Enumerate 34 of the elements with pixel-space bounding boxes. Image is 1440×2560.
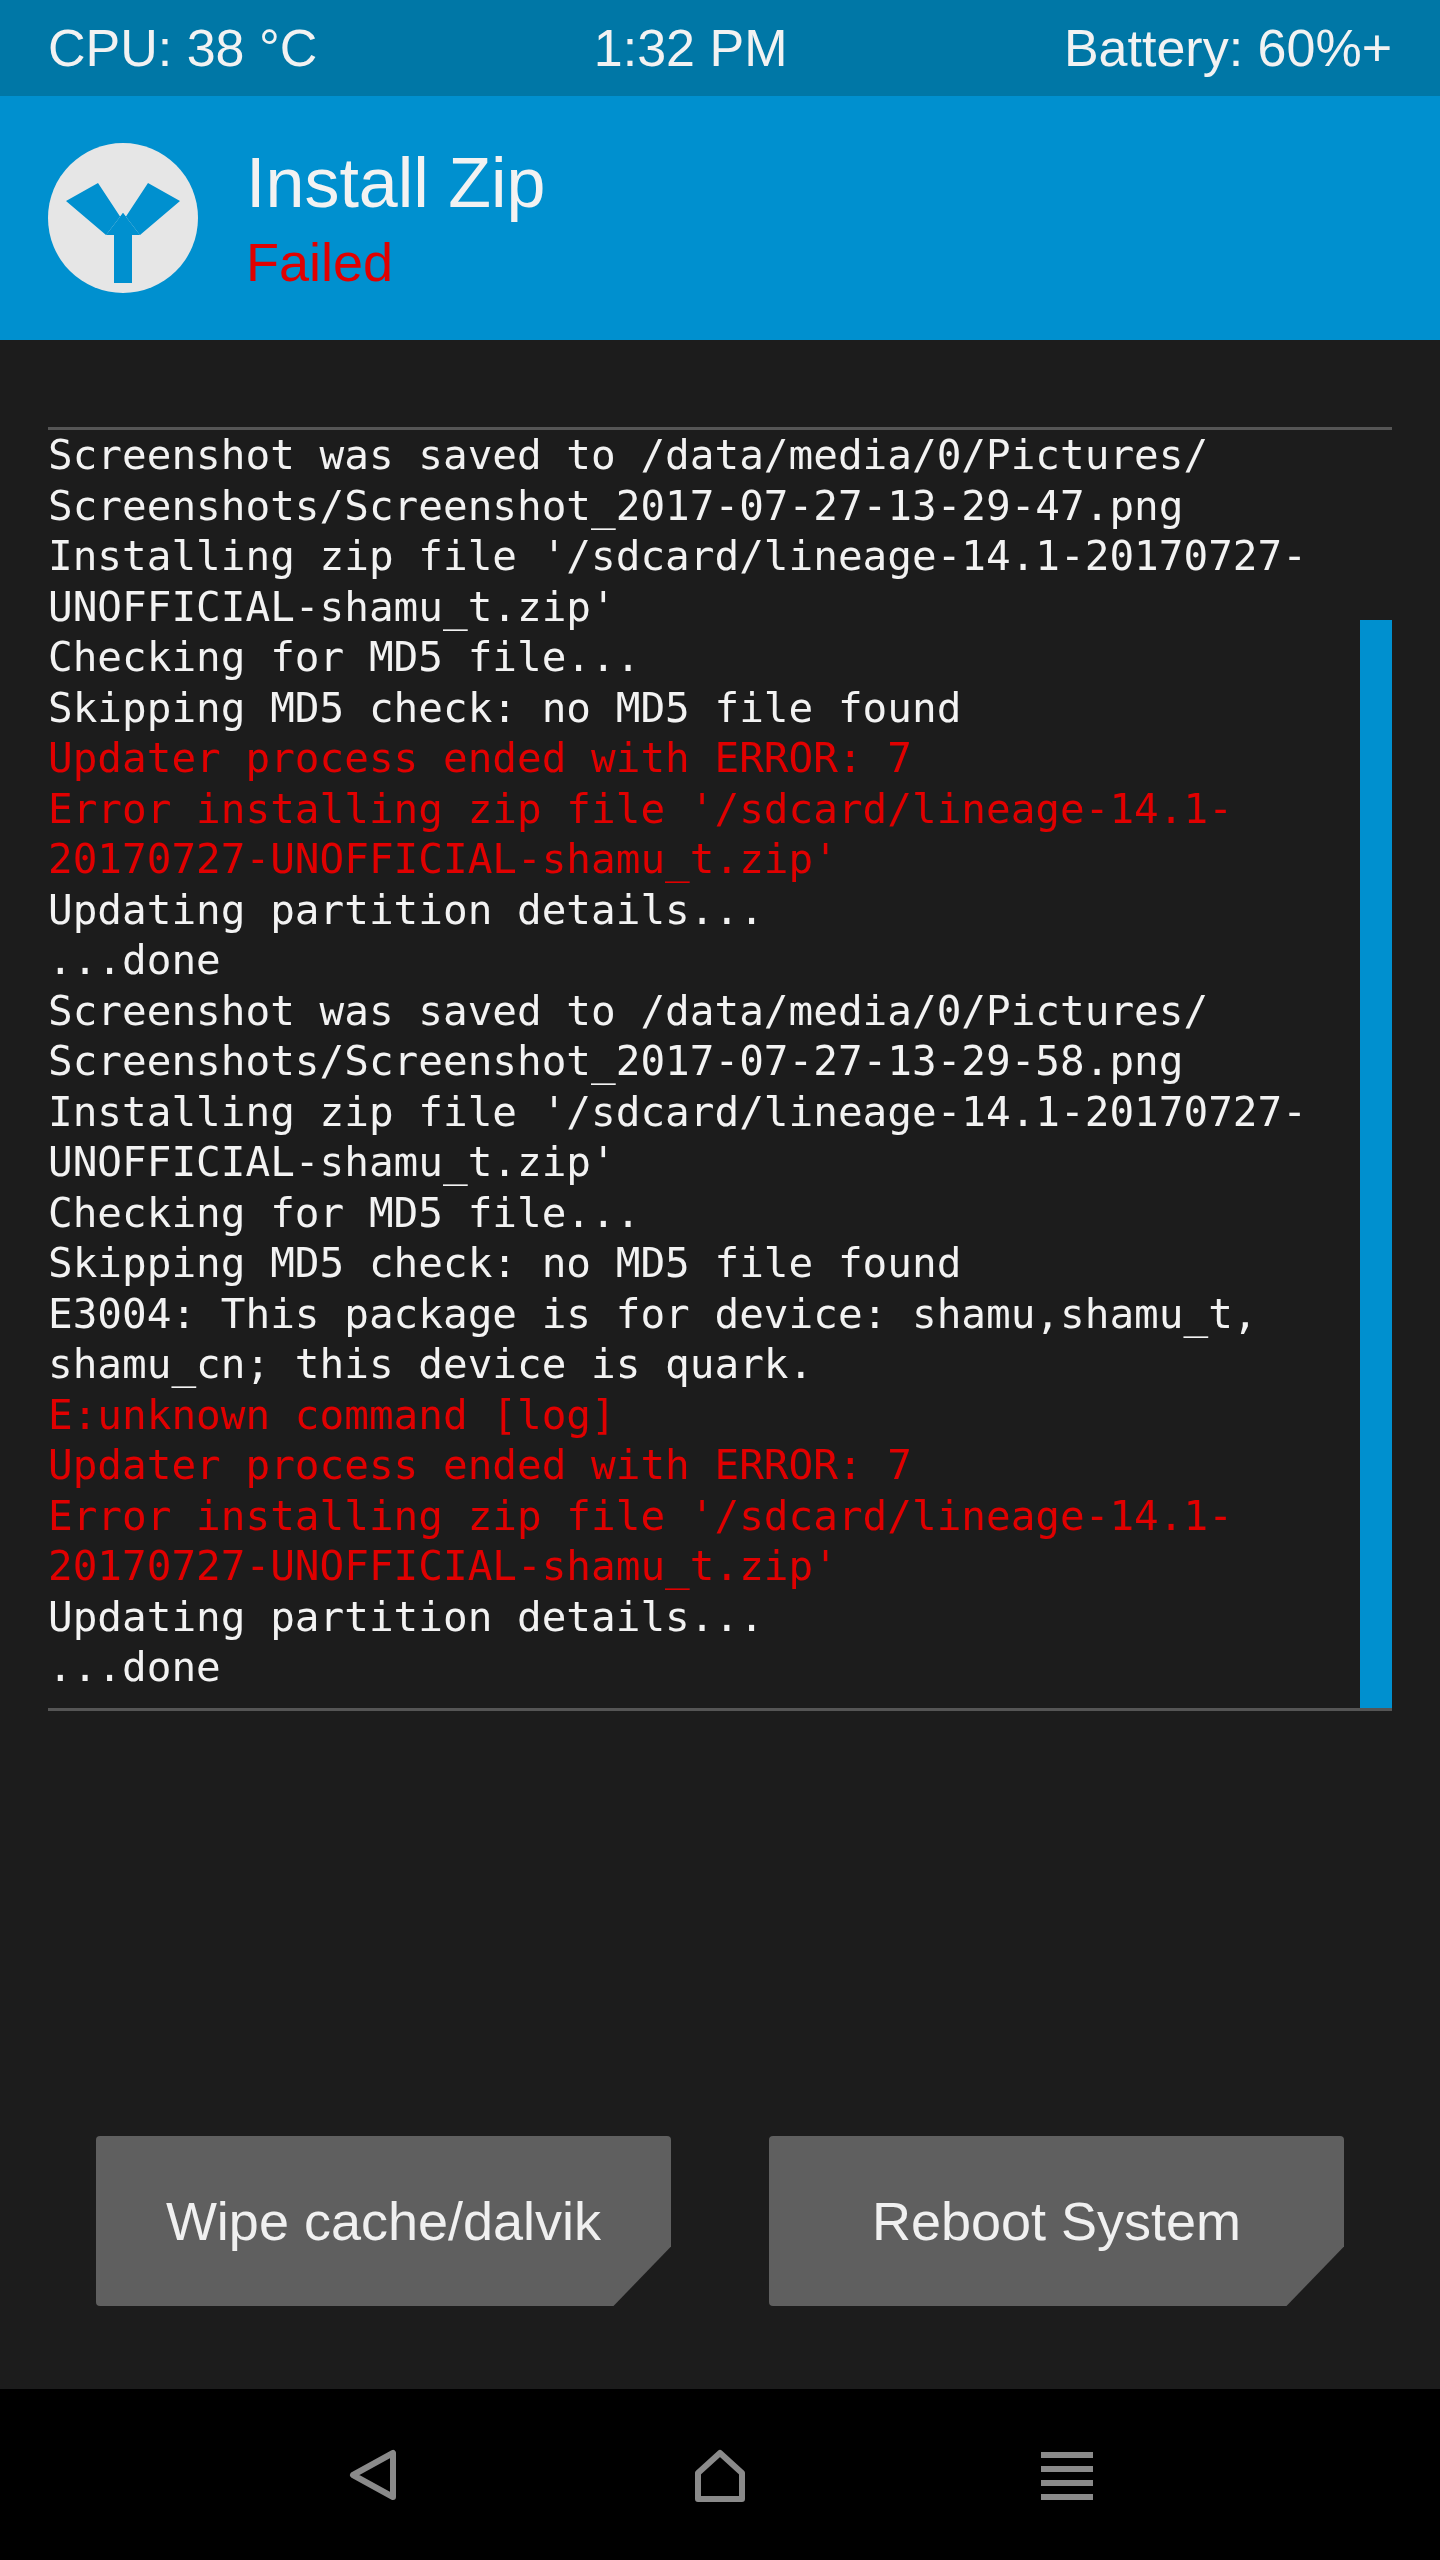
battery-level: Battery: 60%+ [1063,18,1392,78]
log-line: Screenshots/Screenshot_2017-07-27-13-29-58.png [48,1036,1185,1087]
scrollbar[interactable] [1360,620,1392,1708]
log-line: Screenshot was saved to /data/media/0/Pictures/ [48,985,1210,1036]
log-line: Checking for MD5 file... [48,632,642,683]
cpu-temperature: CPU: 38 °C [48,18,318,78]
log-line: Skipping MD5 check: no MD5 file found [48,682,963,733]
log-line: 20170727-UNOFFICIAL-shamu_t.zip' [48,1541,839,1592]
log-line: ...done [48,1642,222,1693]
log-line: shamu_cn; this device is quark. [48,1339,815,1390]
log-line: E:unknown command [log] [48,1389,617,1440]
status-text: Failed [246,231,395,293]
log-line: Screenshot was saved to /data/media/0/Pictures/ [48,430,1210,481]
log-line: ...done [48,935,222,986]
log-line: Error installing zip file '/sdcard/lineage-14.1- [48,1490,1234,1541]
log-line: Updater process ended with ERROR: 7 [48,733,913,784]
log-line: Installing zip file '/sdcard/lineage-14.1-20170727- [48,1086,1308,1137]
action-button[interactable]: Reboot System [769,2136,1344,2306]
log-line: Updating partition details... [48,884,765,935]
log-line: Updating partition details... [48,1591,765,1642]
log-line: Installing zip file '/sdcard/lineage-14.1-20170727- [48,531,1308,582]
log-line: Skipping MD5 check: no MD5 file found [48,1238,963,1289]
log-line: Checking for MD5 file... [48,1187,642,1238]
action-button[interactable]: Wipe cache/dalvik [96,2136,671,2306]
clock: 1:32 PM [593,18,788,78]
log-line: UNOFFICIAL-shamu_t.zip' [48,581,617,632]
log-line: 20170727-UNOFFICIAL-shamu_t.zip' [48,834,839,885]
log-line: Updater process ended with ERROR: 7 [48,1440,913,1491]
logo-icon [48,143,198,293]
log-line: UNOFFICIAL-shamu_t.zip' [48,1137,617,1188]
page-title: Install Zip [246,143,546,223]
log-line: Error installing zip file '/sdcard/lineage-14.1- [48,783,1234,834]
log-line: Screenshots/Screenshot_2017-07-27-13-29-47.png [48,480,1185,531]
log-line: E3004: This package is for device: shamu,shamu_t, [48,1288,1259,1339]
